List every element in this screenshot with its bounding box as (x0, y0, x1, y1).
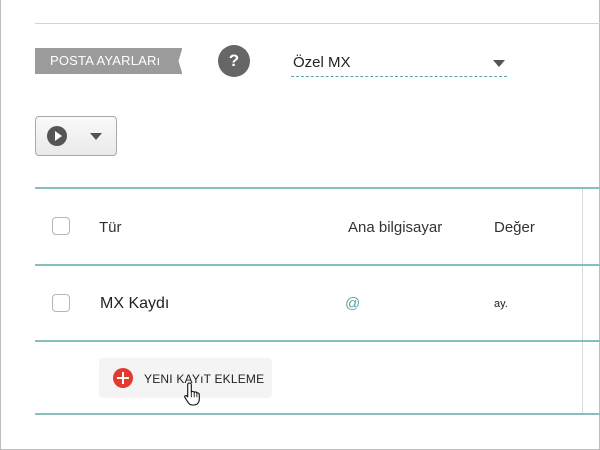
column-header-type: Tür (99, 219, 122, 236)
record-value-cell: ay. (494, 298, 508, 310)
record-type-cell: MX Kaydı (100, 295, 170, 312)
chevron-down-icon (90, 133, 102, 140)
help-icon[interactable]: ? (218, 45, 250, 77)
table-bottom-rule (35, 413, 600, 415)
chevron-down-icon (493, 60, 505, 67)
header-bottom-rule (35, 264, 600, 266)
column-divider (582, 266, 583, 340)
column-divider (582, 189, 583, 264)
table-top-rule (35, 187, 600, 189)
frame-border-left (0, 0, 1, 450)
column-divider (582, 342, 583, 413)
select-all-checkbox[interactable] (52, 217, 70, 235)
column-header-value: Değer (494, 219, 535, 236)
play-icon (47, 126, 67, 146)
mail-settings-tag: POSTA AYARLARı (35, 48, 182, 74)
add-icon (113, 368, 133, 388)
mx-type-value: Özel MX (293, 54, 351, 71)
hand-cursor-icon (184, 382, 200, 406)
row-bottom-rule (35, 340, 600, 342)
row-checkbox[interactable] (52, 294, 70, 312)
mx-type-select[interactable]: Özel MX (291, 48, 507, 77)
record-host-cell: @ (345, 295, 361, 312)
action-dropdown-button[interactable] (35, 116, 117, 156)
top-divider (35, 23, 600, 24)
column-header-host: Ana bilgisayar (348, 219, 443, 236)
add-record-label: YENI KAYıT EKLEME (144, 372, 265, 386)
